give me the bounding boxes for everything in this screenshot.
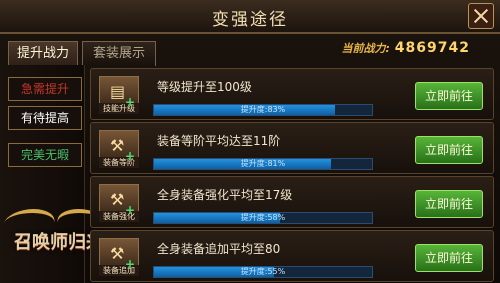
plus-icon: + (125, 95, 136, 109)
tab-set-display[interactable]: 套装展示 (82, 41, 156, 66)
upgrade-row: ⚒ 装备等阶 + 装备等阶平均达至11阶 提升度:81% 立即前往 (90, 122, 494, 174)
upgrade-task: 装备等阶平均达至11阶 (157, 134, 281, 148)
upgrade-row: ⚒ 装备追加 + 全身装备追加平均至80 提升度:55% 立即前往 (90, 230, 494, 282)
plus-icon: + (125, 203, 136, 217)
upgrade-row: ▤ 技能升级 + 等级提升至100级 提升度:83% 立即前往 (90, 68, 494, 120)
go-now-button[interactable]: 立即前往 (415, 82, 483, 110)
go-now-button[interactable]: 立即前往 (415, 190, 483, 218)
current-power: 当前战力: 4869742 (342, 40, 470, 56)
upgrade-row: ⚒ 装备强化 + 全身装备强化平均至17级 提升度:58% 立即前往 (90, 176, 494, 228)
progress-text: 提升度:58% (240, 213, 286, 222)
progress-bar: 提升度:81% (153, 158, 373, 170)
filter-urgent[interactable]: 急需提升 (8, 77, 82, 101)
go-now-button[interactable]: 立即前往 (415, 136, 483, 164)
upgrade-task: 全身装备追加平均至80 (157, 242, 281, 256)
progress-bar: 提升度:58% (153, 212, 373, 224)
progress-bar: 提升度:55% (153, 266, 373, 278)
plus-icon: + (125, 149, 136, 163)
progress-text: 提升度:81% (240, 159, 286, 168)
power-value: 4869742 (394, 40, 470, 56)
tab-power-upgrade[interactable]: 提升战力 (8, 41, 78, 66)
progress-bar: 提升度:83% (153, 104, 373, 116)
filter-perfect[interactable]: 完美无暇 (8, 143, 82, 167)
progress-text: 提升度:83% (240, 105, 286, 114)
power-label: 当前战力: (341, 42, 390, 55)
title-bar: 变强途径 (0, 0, 500, 34)
go-now-button[interactable]: 立即前往 (415, 244, 483, 272)
upgrade-task: 等级提升至100级 (157, 80, 252, 94)
close-icon[interactable] (468, 3, 494, 29)
plus-icon: + (125, 257, 136, 271)
progress-text: 提升度:55% (240, 267, 286, 276)
window-title: 变强途径 (212, 10, 288, 30)
upgrade-window: 变强途径 提升战力 套装展示 当前战力: 4869742 急需提升 有待提高 完… (0, 0, 500, 283)
filter-needs-improvement[interactable]: 有待提高 (8, 106, 82, 130)
upgrade-task: 全身装备强化平均至17级 (157, 188, 293, 202)
